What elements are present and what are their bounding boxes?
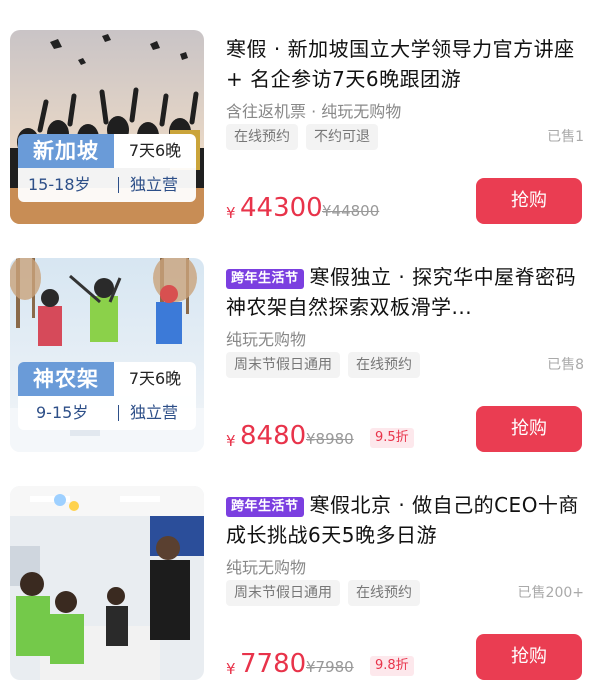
- original-price: ¥8980: [306, 430, 354, 448]
- current-price: 44300: [240, 193, 323, 223]
- duration-label: 7天6晚: [114, 134, 196, 168]
- product-subtitle: 纯玩无购物: [226, 330, 307, 349]
- chip-holiday-valid: 周末节假日通用: [226, 352, 340, 378]
- original-price: ¥44800: [322, 202, 380, 220]
- current-price: 7780: [240, 649, 307, 679]
- original-price: ¥7980: [306, 658, 354, 676]
- age-range-label: 15-18岁: [28, 175, 91, 194]
- age-range-label: 9-15岁: [36, 403, 89, 422]
- service-chips: 周末节假日通用 在线预约: [226, 352, 428, 378]
- camp-type-label: 独立营: [130, 175, 179, 194]
- chip-holiday-valid: 周末节假日通用: [226, 580, 340, 606]
- currency-symbol: ¥: [226, 204, 236, 222]
- product-title[interactable]: 跨年生活节 寒假北京 · 做自己的CEO十商成长挑战6天5晚多日游: [226, 490, 588, 550]
- product-card[interactable]: 神农架 7天6晚 9-15岁 独立营 跨年生活节 寒假独立 · 探究华中屋脊密码神…: [0, 250, 598, 478]
- tag-divider: [118, 405, 119, 421]
- price-row: ¥ 7780 ¥7980 9.8折: [226, 648, 466, 680]
- camp-type-label: 独立营: [130, 403, 179, 422]
- chip-online-booking: 在线预约: [348, 352, 420, 378]
- trip-tag-bottom: 9-15岁 独立营: [18, 396, 196, 430]
- product-subtitle: 纯玩无购物: [226, 558, 307, 577]
- product-image-skiing[interactable]: 神农架 7天6晚 9-15岁 独立营: [10, 258, 204, 452]
- trip-tag: 新加坡 7天6晚 15-18岁 独立营: [18, 134, 196, 202]
- buy-button[interactable]: 抢购: [476, 406, 582, 452]
- product-image-classroom[interactable]: [10, 486, 204, 680]
- product-card[interactable]: 跨年生活节 寒假北京 · 做自己的CEO十商成长挑战6天5晚多日游 纯玩无购物 周…: [0, 478, 598, 694]
- trip-tag-bottom: 15-18岁 独立营: [18, 168, 196, 202]
- price-row: ¥ 44300 ¥44800: [226, 192, 466, 224]
- sold-count: 已售200+: [517, 585, 584, 601]
- product-title[interactable]: 寒假 · 新加坡国立大学领导力官方讲座 + 名企参访7天6晚跟团游: [226, 34, 588, 94]
- service-chips: 在线预约 不约可退: [226, 124, 386, 150]
- product-card[interactable]: 新加坡 7天6晚 15-18岁 独立营 寒假 · 新加坡国立大学领导力官方讲座 …: [0, 22, 598, 250]
- current-price: 8480: [240, 421, 307, 451]
- chip-refundable: 不约可退: [306, 124, 378, 150]
- trip-tag: 神农架 7天6晚 9-15岁 独立营: [18, 362, 196, 430]
- product-title[interactable]: 跨年生活节 寒假独立 · 探究华中屋脊密码神农架自然探索双板滑学...: [226, 262, 588, 322]
- price-row: ¥ 8480 ¥8980 9.5折: [226, 420, 466, 452]
- product-image-graduation[interactable]: 新加坡 7天6晚 15-18岁 独立营: [10, 30, 204, 224]
- currency-symbol: ¥: [226, 660, 236, 678]
- sold-count: 已售8: [547, 357, 584, 373]
- service-chips: 周末节假日通用 在线预约: [226, 580, 428, 606]
- buy-button[interactable]: 抢购: [476, 178, 582, 224]
- currency-symbol: ¥: [226, 432, 236, 450]
- chip-online-booking: 在线预约: [226, 124, 298, 150]
- product-subtitle: 含往返机票 · 纯玩无购物: [226, 102, 402, 121]
- tag-divider: [118, 177, 119, 193]
- sold-count: 已售1: [547, 129, 584, 145]
- discount-badge: 9.5折: [370, 428, 414, 448]
- discount-badge: 9.8折: [370, 656, 414, 676]
- chip-online-booking: 在线预约: [348, 580, 420, 606]
- destination-label: 神农架: [18, 362, 114, 396]
- duration-label: 7天6晚: [114, 362, 196, 396]
- destination-label: 新加坡: [18, 134, 114, 168]
- festival-badge: 跨年生活节: [226, 497, 304, 517]
- buy-button[interactable]: 抢购: [476, 634, 582, 680]
- festival-badge: 跨年生活节: [226, 269, 304, 289]
- product-list: 新加坡 7天6晚 15-18岁 独立营 寒假 · 新加坡国立大学领导力官方讲座 …: [0, 0, 598, 694]
- product-title-text[interactable]: 寒假 · 新加坡国立大学领导力官方讲座 + 名企参访7天6晚跟团游: [226, 37, 575, 91]
- trip-tag-top: 新加坡 7天6晚: [18, 134, 196, 168]
- trip-tag-top: 神农架 7天6晚: [18, 362, 196, 396]
